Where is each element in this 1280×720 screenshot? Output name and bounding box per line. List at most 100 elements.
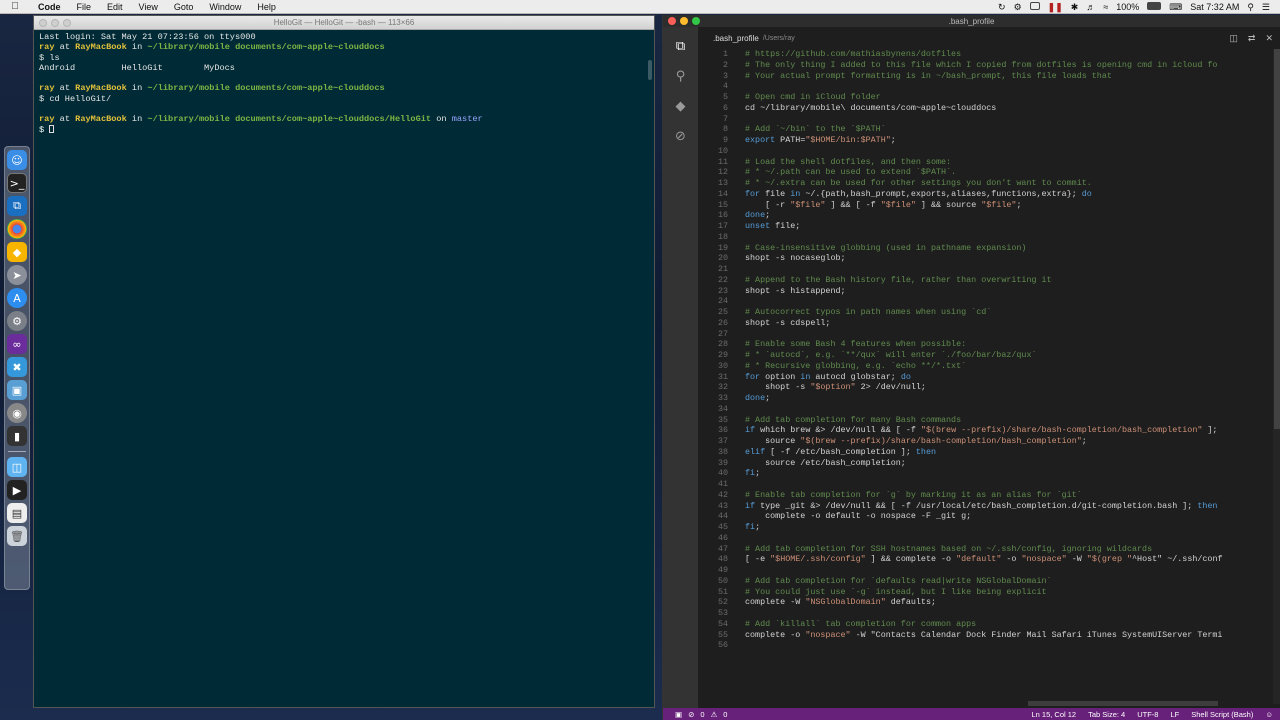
tab-size[interactable]: Tab Size: 4 [1088, 710, 1125, 719]
sync-icon[interactable]: ↻ [994, 0, 1010, 14]
code-line[interactable]: 6 cd ~/library/mobile\ documents/com~appl… [698, 103, 1273, 114]
code-line[interactable]: 15 [ -r "$file" ] && [ -f "$file" ] && s… [698, 200, 1273, 211]
screen-app-icon[interactable]: ▮ [7, 426, 27, 446]
clock[interactable]: Sat 7:32 AM [1186, 0, 1243, 14]
code-line[interactable]: 20 shopt -s nocaseglob; [698, 253, 1273, 264]
code-line[interactable]: 34 [698, 404, 1273, 415]
volume-icon[interactable]: ♬ [1082, 0, 1099, 14]
code-line[interactable]: 3 # Your actual prompt formatting is in ~… [698, 71, 1273, 82]
code-line[interactable]: 52 complete -W "NSGlobalDomain" defaults; [698, 597, 1273, 608]
code-editor[interactable]: 1 # https://github.com/mathiasbynens/dotf… [698, 49, 1273, 704]
appstore-icon[interactable]: A [7, 288, 27, 308]
code-line[interactable]: 13 # * ~/.extra can be used for other set… [698, 178, 1273, 189]
error-count[interactable]: 0 [700, 710, 704, 719]
line-ending[interactable]: LF [1170, 710, 1179, 719]
menu-app-name[interactable]: Code [30, 0, 69, 14]
code-line[interactable]: 46 [698, 533, 1273, 544]
xamarin-icon[interactable]: ✖ [7, 357, 27, 377]
debug-icon[interactable]: ⊘ [672, 127, 690, 145]
movie-icon[interactable]: ▶ [7, 480, 27, 500]
code-line[interactable]: 2 # The only thing I added to this file w… [698, 60, 1273, 71]
monodevelop-icon[interactable]: ▣ [7, 380, 27, 400]
editor-scrollbar[interactable] [1273, 49, 1280, 704]
search-icon[interactable]: ⚲ [672, 67, 690, 85]
recording-icon[interactable]: ❚❚ [1044, 0, 1067, 14]
status-icon[interactable]: ▣ [675, 710, 682, 719]
code-line[interactable]: 24 [698, 296, 1273, 307]
code-line[interactable]: 17 unset file; [698, 221, 1273, 232]
git-icon[interactable]: ◆ [672, 97, 690, 115]
code-line[interactable]: 39 source /etc/bash_completion; [698, 458, 1273, 469]
menu-help[interactable]: Help [249, 0, 284, 14]
feedback-icon[interactable]: ☺ [1265, 710, 1273, 719]
code-line[interactable]: 55 complete -o "nospace" -W "Contacts Cal… [698, 630, 1273, 641]
tools-icon[interactable]: ⚙ [1010, 0, 1026, 14]
scrollbar-thumb[interactable] [1274, 49, 1280, 429]
code-line[interactable]: 4 [698, 81, 1273, 92]
code-line[interactable]: 54 # Add `killall` tab completion for com… [698, 619, 1273, 630]
visual-studio-icon[interactable]: ∞ [7, 334, 27, 354]
document-icon[interactable]: ▤ [7, 503, 27, 523]
code-line[interactable]: 8 # Add `~/bin` to the `$PATH` [698, 124, 1273, 135]
cursor-position[interactable]: Ln 15, Col 12 [1031, 710, 1076, 719]
code-line[interactable]: 1 # https://github.com/mathiasbynens/dotf… [698, 49, 1273, 60]
menu-window[interactable]: Window [201, 0, 249, 14]
code-line[interactable]: 10 [698, 146, 1273, 157]
code-line[interactable]: 23 shopt -s histappend; [698, 286, 1273, 297]
code-line[interactable]: 50 # Add tab completion for `defaults rea… [698, 576, 1273, 587]
open-changes-icon[interactable]: ⇄ [1248, 33, 1256, 44]
code-line[interactable]: 29 # * `autocd`, e.g. `**/qux` will enter… [698, 350, 1273, 361]
code-line[interactable]: 22 # Append to the Bash history file, rat… [698, 275, 1273, 286]
system-preferences-icon[interactable]: ⚙ [7, 311, 27, 331]
code-line[interactable]: 14 for file in ~/.{path,bash_prompt,expor… [698, 189, 1273, 200]
code-line[interactable]: 27 [698, 329, 1273, 340]
code-line[interactable]: 51 # You could just use `-g` instead, but… [698, 587, 1273, 598]
error-icon[interactable]: ⊘ [688, 710, 694, 719]
code-line[interactable]: 26 shopt -s cdspell; [698, 318, 1273, 329]
menu-edit[interactable]: Edit [99, 0, 131, 14]
menu-goto[interactable]: Goto [166, 0, 202, 14]
code-line[interactable]: 12 # * ~/.path can be used to extend `$PA… [698, 167, 1273, 178]
photo-booth-icon[interactable]: ◉ [7, 403, 27, 423]
encoding[interactable]: UTF-8 [1137, 710, 1158, 719]
trash-icon[interactable]: 🗑 [7, 526, 27, 546]
menu-file[interactable]: File [69, 0, 100, 14]
sketch-icon[interactable]: ◆ [7, 242, 27, 262]
code-line[interactable]: 18 [698, 232, 1273, 243]
code-line[interactable]: 48 [ -e "$HOME/.ssh/config" ] && complete… [698, 554, 1273, 565]
apple-menu-icon[interactable]:  [0, 1, 30, 12]
code-line[interactable]: 42 # Enable tab completion for `g` by mar… [698, 490, 1273, 501]
folder-icon[interactable]: ◫ [7, 457, 27, 477]
language-mode[interactable]: Shell Script (Bash) [1191, 710, 1253, 719]
code-line[interactable]: 31 for option in autocd globstar; do [698, 372, 1273, 383]
code-line[interactable]: 37 source "$(brew --prefix)/share/bash-c… [698, 436, 1273, 447]
horizontal-scrollbar[interactable] [1028, 701, 1218, 706]
close-editor-icon[interactable]: ✕ [1265, 33, 1273, 44]
code-line[interactable]: 21 [698, 264, 1273, 275]
vscode-icon[interactable]: ⧉ [7, 196, 27, 216]
warning-count[interactable]: 0 [723, 710, 727, 719]
spotlight-icon[interactable]: ⚲ [1243, 0, 1258, 14]
explorer-icon[interactable]: ⧉ [672, 37, 690, 55]
code-line[interactable]: 9 export PATH="$HOME/bin:$PATH"; [698, 135, 1273, 146]
launchpad-icon[interactable]: ➤ [7, 265, 27, 285]
keyboard-icon[interactable]: ⌨ [1165, 0, 1186, 14]
split-editor-icon[interactable]: ◫ [1229, 33, 1238, 44]
code-line[interactable]: 38 elif [ -f /etc/bash_completion ]; then [698, 447, 1273, 458]
code-line[interactable]: 44 complete -o default -o nospace -F _gi… [698, 511, 1273, 522]
code-line[interactable]: 28 # Enable some Bash 4 features when pos… [698, 339, 1273, 350]
code-line[interactable]: 5 # Open cmd in iCloud folder [698, 92, 1273, 103]
code-line[interactable]: 32 shopt -s "$option" 2> /dev/null; [698, 382, 1273, 393]
code-line[interactable]: 16 done; [698, 210, 1273, 221]
code-line[interactable]: 49 [698, 565, 1273, 576]
code-line[interactable]: 41 [698, 479, 1273, 490]
battery-icon[interactable] [1143, 0, 1165, 14]
screen-icon[interactable] [1026, 0, 1044, 14]
code-line[interactable]: 36 if which brew &> /dev/null && [ -f "$(… [698, 425, 1273, 436]
chrome-icon[interactable] [7, 219, 27, 239]
bluetooth-icon[interactable]: ✱ [1067, 0, 1083, 14]
code-line[interactable]: 7 [698, 114, 1273, 125]
code-line[interactable]: 43 if type _git &> /dev/null && [ -f /usr… [698, 501, 1273, 512]
menu-view[interactable]: View [131, 0, 166, 14]
active-prompt[interactable]: $ [39, 125, 649, 135]
